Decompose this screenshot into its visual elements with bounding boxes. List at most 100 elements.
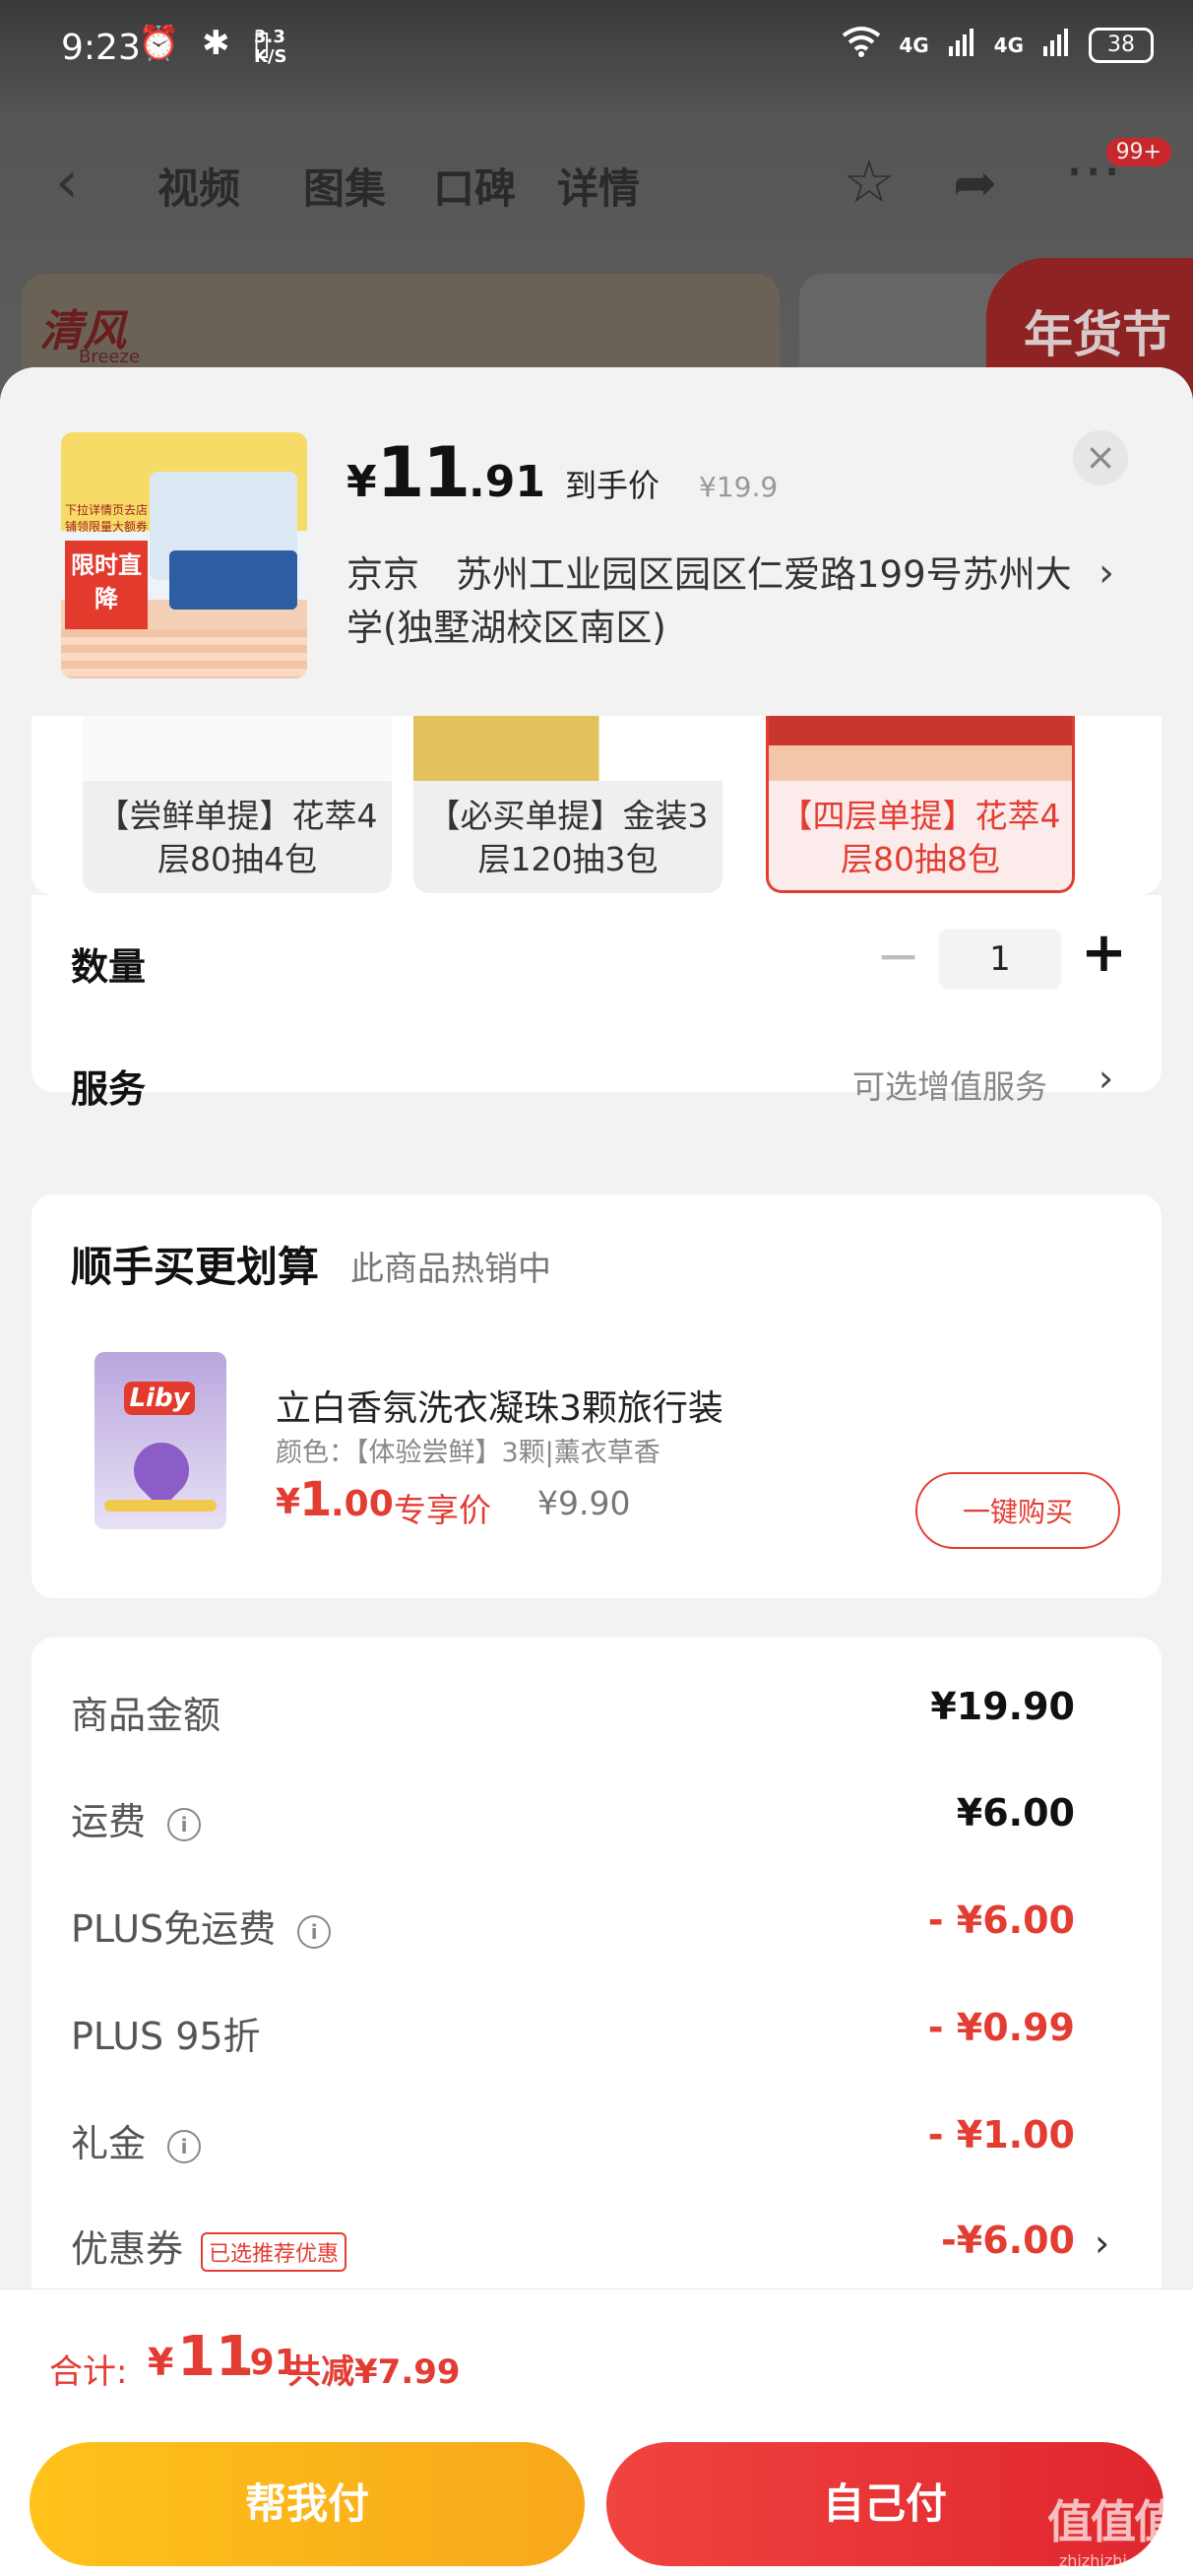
thumb-stripes [61,629,307,678]
upsell-product-name[interactable]: 立白香氛洗衣凝珠3颗旅行装 [276,1380,723,1431]
variant-image [769,716,1072,781]
total-bar: 合计: ¥ 11 .91 共减¥7.99 [0,2288,1193,2427]
service-label: 服务 [71,1067,147,1111]
upsell-label-bar [104,1500,217,1512]
chevron-right-icon[interactable]: › [1095,2222,1109,2265]
order-sheet: 【尝鲜单提】花萃4层80抽4包 【必买单提】金装3层120抽3包 【四层单提】花… [0,367,1193,2576]
fee-label: PLUS免运费 i [71,1899,332,1953]
one-click-buy-button[interactable]: 一键购买 [915,1472,1120,1549]
variant-option-1[interactable]: 【尝鲜单提】花萃4层80抽4包 [83,716,392,893]
tab-gallery[interactable]: 图集 [303,156,386,216]
thumb-note: 下拉详情页去店铺领限量大额券 [65,503,149,534]
thumb-tag: 限时直降 [65,541,148,629]
variant-image [83,716,392,781]
final-price-label: 到手价 [565,467,660,504]
fee-row-shipping: 运费 i ¥6.00 [71,1791,1075,1850]
price-currency: ¥ [346,457,377,507]
product-nav-bar: ‹ 视频 图集 口碑 详情 ☆ ➦ ··· 99+ [0,138,1193,246]
quantity-plus-button[interactable]: + [1081,921,1127,985]
status-right: 4G 4G 38 [842,26,1154,64]
fee-row-coupon[interactable]: 优惠券 已选推荐优惠 -¥6.00 [71,2219,1075,2278]
signal-icon-1: 4G [899,32,929,57]
share-icon[interactable]: ➦ [953,152,997,214]
close-button[interactable]: × [1073,430,1128,485]
message-badge: 99+ [1105,138,1171,166]
price-row: ¥ 11 .91 到手价 ¥19.9 [346,432,778,513]
chevron-right-icon[interactable]: › [1099,550,1114,596]
original-price: ¥19.9 [699,471,779,503]
signal-icon-2: 4G [993,32,1024,57]
tab-details[interactable]: 详情 [557,156,640,216]
quantity-label: 数量 [71,945,147,989]
product-thumbnail: 下拉详情页去店铺领限量大额券 限时直降 [61,432,307,678]
signal-bars-icon-2 [1041,27,1071,63]
net-speed-value: 3.3 [254,27,285,47]
info-icon[interactable]: i [297,1914,332,1949]
upsell-subtitle: 此商品热销中 [350,1250,551,1289]
wifi-icon [842,26,881,64]
upsell-price-decimal: .00 [331,1484,394,1524]
status-bar: 9:23 ⏰ ✱ ▯ 3.3 K/S 4G 4G 38 [0,0,1193,98]
info-icon[interactable]: i [167,1807,202,1841]
fee-row-plus-discount: PLUS 95折 - ¥0.99 [71,2006,1075,2065]
upsell-original-price: ¥9.90 [537,1484,631,1522]
upsell-price-currency: ¥ [276,1482,301,1522]
fee-label-text: PLUS免运费 [71,1907,277,1951]
fee-label-text: 优惠券 [71,2227,184,2271]
sheet-header: 下拉详情页去店铺领限量大额券 限时直降 ¥ 11 .91 到手价 ¥19.9 ×… [0,367,1193,716]
price-integer: 11 [376,432,471,513]
watermark-logo: 值值值 [1047,2495,1179,2548]
payment-buttons: 帮我付 自己付 值值值 zhizhizhi.com [0,2426,1193,2576]
fee-value: - ¥0.99 [927,2006,1075,2049]
info-icon[interactable]: i [167,2129,202,2163]
total-label: 合计: [49,2352,128,2392]
variant-option-2[interactable]: 【必买单提】金装3层120抽3包 [413,716,722,893]
fee-value: ¥19.90 [930,1685,1075,1728]
fee-value: - ¥1.00 [927,2113,1075,2157]
fee-value: ¥6.00 [956,1791,1075,1835]
brand-sub: Breeze [79,347,141,367]
upsell-pod-graphic [122,1431,201,1510]
fee-value: - ¥6.00 [927,1899,1075,1942]
fee-label: PLUS 95折 [71,2015,261,2058]
fee-label: 商品金额 [71,1694,221,1737]
tab-video[interactable]: 视频 [157,156,240,216]
fee-label: 运费 i [71,1791,202,1845]
variant-option-3-selected[interactable]: 【四层单提】花萃4层80抽8包 [766,716,1075,893]
total-saving: 共减¥7.99 [287,2352,461,2392]
variant-label: 【四层单提】花萃4层80抽8包 [780,797,1061,878]
signal-bars-icon [947,27,976,63]
variant-selector: 【尝鲜单提】花萃4层80抽4包 【必买单提】金装3层120抽3包 【四层单提】花… [31,716,1162,895]
fee-label-text: 运费 [71,1800,147,1843]
watermark-url: zhizhizhi.com [1058,2551,1166,2570]
fee-row-gift: 礼金 i - ¥1.00 [71,2113,1075,2172]
total-currency: ¥ [148,2341,174,2384]
status-time: 9:23 [61,28,141,68]
upsell-product-spec: 颜色：【体验尝鲜】3颗|薰衣草香 [276,1438,660,1468]
upsell-price-label: 专享价 [394,1491,491,1529]
upsell-title: 顺手买更划算 [71,1243,320,1291]
fee-row-subtotal: 商品金额 ¥19.90 [71,1685,1075,1744]
favorite-star-icon[interactable]: ☆ [843,148,896,217]
thumb-product-2 [169,550,297,610]
service-option[interactable]: 可选增值服务 [852,1061,1047,1108]
upsell-product-image[interactable]: Liby [94,1352,226,1529]
net-speed: 3.3 K/S [254,28,287,67]
promo-text: 年货节 [1024,306,1171,363]
variant-label: 【尝鲜单提】花萃4层80抽4包 [96,797,378,878]
delivery-address[interactable]: 京京 苏州工业园区园区仁爱路199号苏州大学(独墅湖校区南区) [346,548,1095,655]
close-icon: × [1085,435,1116,479]
friend-pay-button[interactable]: 帮我付 [30,2442,585,2566]
variant-label: 【必买单提】金装3层120抽3包 [427,797,709,878]
battery-icon: 38 [1089,27,1154,63]
price-decimal: .91 [469,457,545,507]
fee-label: 礼金 i [71,2113,202,2167]
back-icon[interactable]: ‹ [55,148,79,217]
quantity-input[interactable]: 1 [939,929,1061,990]
tab-reviews[interactable]: 口碑 [433,156,516,216]
fee-row-plus-shipping: PLUS免运费 i - ¥6.00 [71,1899,1075,1958]
chevron-right-icon[interactable]: › [1099,1057,1113,1100]
fee-value: -¥6.00 [941,2219,1075,2262]
quantity-minus-button[interactable]: − [876,925,920,987]
upsell-price-integer: 1 [299,1472,333,1527]
